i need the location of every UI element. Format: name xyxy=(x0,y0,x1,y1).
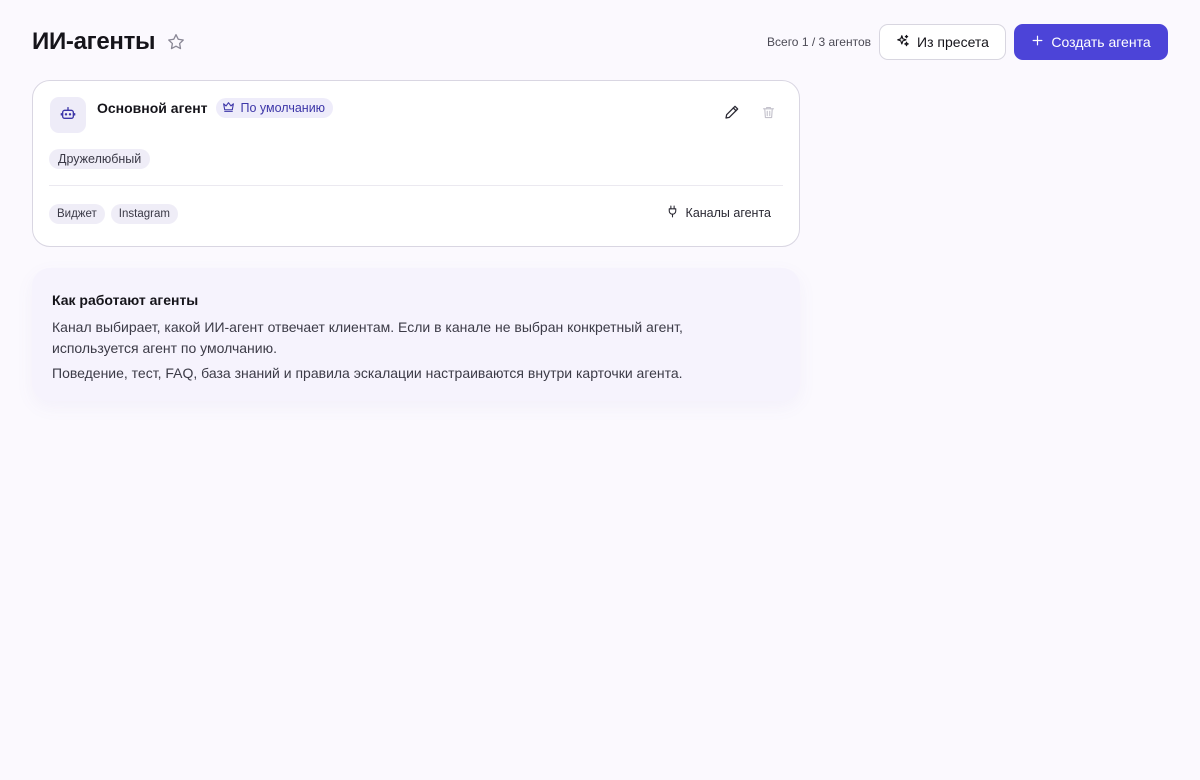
default-badge: По умолчанию xyxy=(215,98,334,118)
channel-tag-widget: Виджет xyxy=(49,204,105,224)
from-preset-button[interactable]: Из пресета xyxy=(879,24,1006,60)
bot-icon xyxy=(60,105,76,126)
agent-channels-link[interactable]: Каналы агента xyxy=(666,205,771,221)
page-title: ИИ-агенты xyxy=(32,28,156,55)
pencil-icon[interactable] xyxy=(723,103,741,121)
channel-tags: Виджет Instagram xyxy=(49,204,178,224)
info-title: Как работают агенты xyxy=(52,292,199,308)
info-paragraph-2: Поведение, тест, FAQ, база знаний и прав… xyxy=(52,365,683,381)
info-panel: Как работают агенты Канал выбирает, како… xyxy=(32,268,800,401)
create-agent-label: Создать агента xyxy=(1051,34,1151,50)
card-divider xyxy=(49,185,783,186)
agent-avatar xyxy=(50,97,86,133)
create-agent-button[interactable]: Создать агента xyxy=(1014,24,1168,60)
default-badge-label: По умолчанию xyxy=(240,101,326,115)
tone-tag: Дружелюбный xyxy=(49,149,151,169)
card-actions xyxy=(723,103,777,121)
plus-icon xyxy=(1031,34,1044,50)
crown-icon xyxy=(222,100,235,116)
from-preset-label: Из пресета xyxy=(917,34,989,50)
agent-count: Всего 1 / 3 агентов xyxy=(767,35,871,49)
sparkles-icon xyxy=(896,34,910,51)
agent-channels-label: Каналы агента xyxy=(685,206,771,220)
agent-card[interactable]: Основной агент По умолчанию Дружелюбный … xyxy=(32,80,800,247)
star-icon[interactable] xyxy=(165,31,187,53)
agent-name-row: Основной агент По умолчанию xyxy=(97,98,334,118)
page-header: ИИ-агенты Всего 1 / 3 агентов Из пресета xyxy=(32,24,1168,60)
plug-icon xyxy=(666,205,679,221)
agent-name: Основной агент xyxy=(97,100,208,116)
title-group: ИИ-агенты xyxy=(32,28,187,56)
agents-page: ИИ-агенты Всего 1 / 3 агентов Из пресета xyxy=(0,0,1200,780)
channel-tag-instagram: Instagram xyxy=(110,204,178,224)
trash-icon[interactable] xyxy=(759,103,777,121)
info-paragraph-1: Канал выбирает, какой ИИ-агент отвечает … xyxy=(52,319,683,356)
header-actions: Всего 1 / 3 агентов Из пресета Создать а… xyxy=(767,24,1168,60)
